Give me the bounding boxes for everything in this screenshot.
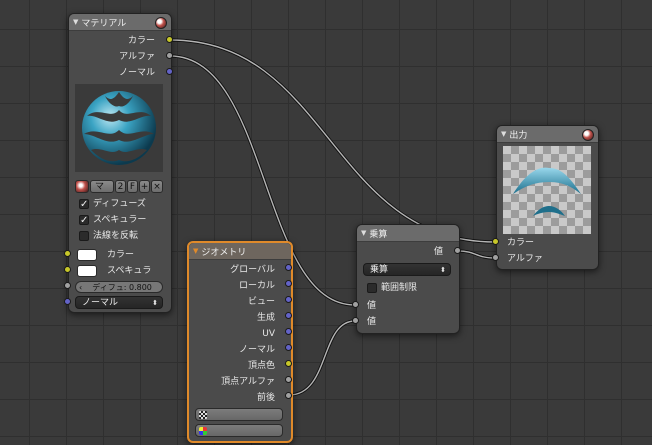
output-label-front-back: 前後: [256, 393, 275, 403]
output-label-normal: ノーマル: [118, 68, 155, 78]
specular-input-label: スペキュラ: [107, 266, 152, 276]
link-math-to-output-alpha: [457, 249, 496, 260]
color-input-label: カラー: [107, 250, 135, 260]
material-preview: [75, 84, 163, 172]
material-name-field[interactable]: マ: [90, 180, 114, 193]
decrement-arrow-icon[interactable]: ‹: [76, 282, 82, 293]
material-browse-icon[interactable]: [75, 180, 89, 193]
vertex-color-field[interactable]: [195, 424, 283, 437]
specular-checkbox[interactable]: ✓: [79, 215, 89, 226]
dropdown-arrows-icon: ⬍: [152, 299, 158, 307]
uv-map-field[interactable]: [195, 408, 283, 421]
uv-map-icon: [199, 411, 207, 419]
preview-toggle-icon[interactable]: [582, 129, 594, 141]
collapse-triangle-icon[interactable]: ▼: [73, 18, 78, 26]
output-label-uv: UV: [262, 329, 275, 339]
output-preview: [503, 146, 591, 234]
orco-output-socket[interactable]: [285, 312, 292, 319]
clamp-checkbox[interactable]: [367, 283, 377, 293]
clamp-label: 範囲制限: [381, 283, 418, 293]
alpha-output-socket[interactable]: [166, 52, 173, 59]
output-label-color: カラー: [127, 36, 155, 46]
node-header[interactable]: ▼ ジオメトリ: [189, 243, 291, 260]
normal-select-value: ノーマル: [82, 298, 119, 308]
color-swatch[interactable]: [77, 249, 97, 261]
math-value-input-socket-2[interactable]: [352, 317, 359, 324]
output-label-orco: 生成: [256, 313, 275, 323]
output-preview-image: [513, 167, 581, 216]
material-datablock-toolbar: マ 2 F + ×: [75, 180, 165, 193]
collapse-triangle-icon[interactable]: ▼: [501, 130, 506, 138]
node-header[interactable]: ▼ マテリアル: [69, 14, 171, 31]
output-label-view: ビュー: [247, 297, 275, 307]
invert-normal-label: 法線を反転: [93, 231, 139, 241]
diffuse-intensity-value: ディフュ: 0.800: [92, 283, 152, 292]
node-header[interactable]: ▼ 乗算: [357, 225, 459, 242]
output-label-normal: ノーマル: [238, 345, 275, 355]
geometry-node[interactable]: ▼ ジオメトリ グローバル ローカル ビュー 生成 UV ノーマル 頂点色 頂点…: [187, 241, 293, 443]
math-value-output-socket[interactable]: [454, 247, 461, 254]
specular-swatch[interactable]: [77, 265, 97, 277]
sphere-preview-image: [82, 91, 156, 165]
output-label-value: 値: [433, 247, 443, 257]
collapse-triangle-icon[interactable]: ▼: [193, 247, 198, 255]
vertex-color-output-socket[interactable]: [285, 360, 292, 367]
node-title: マテリアル: [81, 18, 127, 29]
local-output-socket[interactable]: [285, 280, 292, 287]
color-output-socket[interactable]: [166, 36, 173, 43]
dropdown-arrows-icon: ⬍: [440, 266, 446, 274]
specular-label: スペキュラー: [93, 215, 147, 225]
diffuse-label: ディフューズ: [93, 199, 146, 209]
math-node[interactable]: ▼ 乗算 値 乗算 ⬍ 範囲制限 値 値: [356, 224, 460, 334]
operation-select-value: 乗算: [370, 265, 389, 275]
diffuse-intensity-field[interactable]: ‹ ディフュ: 0.800: [75, 281, 163, 293]
output-label-vertex-alpha: 頂点アルファ: [221, 377, 275, 387]
output-label-local: ローカル: [238, 281, 275, 291]
node-title: 出力: [509, 130, 528, 141]
diffuse-input-socket[interactable]: [64, 282, 71, 289]
link-color-to-output: [169, 38, 496, 244]
preview-toggle-icon[interactable]: [155, 17, 167, 29]
operation-select[interactable]: 乗算 ⬍: [363, 263, 451, 276]
input-label-value-1: 値: [367, 301, 377, 311]
vertex-alpha-output-socket[interactable]: [285, 376, 292, 383]
unlink-material-icon[interactable]: ×: [151, 180, 163, 193]
view-output-socket[interactable]: [285, 296, 292, 303]
output-node[interactable]: ▼ 出力 カラー アルファ: [496, 125, 599, 270]
output-color-input-socket[interactable]: [492, 238, 499, 245]
math-value-input-socket-1[interactable]: [352, 301, 359, 308]
output-label-global: グローバル: [230, 265, 275, 275]
vertex-color-icon: [199, 427, 207, 435]
users-count-button[interactable]: 2: [115, 180, 126, 193]
fake-user-button[interactable]: F: [127, 180, 138, 193]
normal-select[interactable]: ノーマル ⬍: [75, 296, 163, 309]
collapse-triangle-icon[interactable]: ▼: [361, 229, 366, 237]
output-alpha-input-socket[interactable]: [492, 254, 499, 261]
add-material-icon[interactable]: +: [139, 180, 150, 193]
link-frontback-to-math: [288, 319, 356, 397]
input-label-value-2: 値: [367, 317, 377, 327]
node-header[interactable]: ▼ 出力: [497, 126, 598, 143]
output-label-vertex-color: 頂点色: [247, 361, 275, 371]
specular-input-socket[interactable]: [64, 266, 71, 273]
node-title: ジオメトリ: [201, 247, 247, 258]
uv-output-socket[interactable]: [285, 328, 292, 335]
color-input-socket[interactable]: [64, 250, 71, 257]
input-label-color: カラー: [507, 238, 535, 248]
material-node[interactable]: ▼ マテリアル カラー アルファ ノーマル マ 2 F + × ✓ ディフューズ…: [68, 13, 172, 313]
output-label-alpha: アルファ: [119, 52, 155, 62]
diffuse-checkbox[interactable]: ✓: [79, 199, 89, 210]
node-title: 乗算: [369, 229, 388, 240]
input-label-alpha: アルファ: [507, 254, 543, 264]
normal-output-socket[interactable]: [285, 344, 292, 351]
global-output-socket[interactable]: [285, 264, 292, 271]
front-back-output-socket[interactable]: [285, 392, 292, 399]
normal-output-socket[interactable]: [166, 68, 173, 75]
normal-input-socket[interactable]: [64, 298, 71, 305]
invert-normal-checkbox[interactable]: [79, 231, 89, 241]
